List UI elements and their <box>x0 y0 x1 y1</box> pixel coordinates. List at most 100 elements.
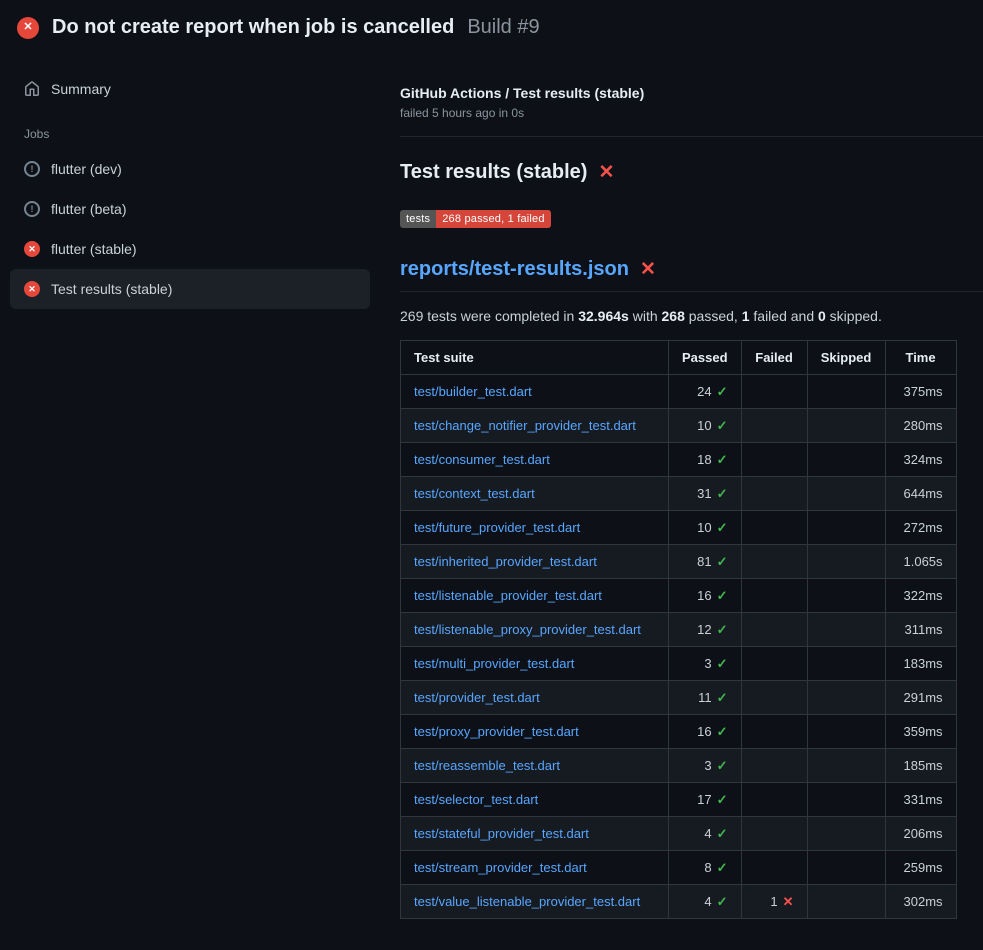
suite-link[interactable]: test/listenable_proxy_provider_test.dart <box>414 622 641 637</box>
summary-duration: 32.964s <box>578 308 629 324</box>
failed-count: 1 <box>770 894 777 909</box>
failed-x-icon: ✕ <box>598 163 614 182</box>
check-icon: ✓ <box>717 792 728 807</box>
exclamation-glyph: ! <box>31 205 34 214</box>
passed-count: 4 <box>704 826 711 841</box>
time-value: 259ms <box>885 851 956 885</box>
build-number: Build #9 <box>467 16 539 39</box>
check-icon: ✓ <box>717 860 728 875</box>
neutral-status-icon: ! <box>24 201 40 217</box>
sidebar-item-flutter-beta[interactable]: ! flutter (beta) <box>10 189 370 229</box>
passed-count: 12 <box>697 622 711 637</box>
suite-link[interactable]: test/reassemble_test.dart <box>414 758 560 773</box>
sidebar-item-flutter-stable[interactable]: ✕ flutter (stable) <box>10 229 370 269</box>
report-file-link[interactable]: reports/test-results.json <box>400 258 629 281</box>
badge-value: 268 passed, 1 failed <box>436 210 550 228</box>
table-row: test/change_notifier_provider_test.dart … <box>401 409 957 443</box>
summary-text: skipped. <box>826 308 882 324</box>
table-row: test/consumer_test.dart 18✓ 324ms <box>401 443 957 477</box>
suite-link[interactable]: test/change_notifier_provider_test.dart <box>414 418 636 433</box>
failed-status-icon: ✕ <box>17 17 39 39</box>
header-passed: Passed <box>669 341 742 375</box>
sidebar-item-label: flutter (stable) <box>51 241 137 257</box>
suite-link[interactable]: test/future_provider_test.dart <box>414 520 580 535</box>
table-row: test/context_test.dart 31✓ 644ms <box>401 477 957 511</box>
time-value: 375ms <box>885 375 956 409</box>
suite-link[interactable]: test/multi_provider_test.dart <box>414 656 574 671</box>
summary-skipped: 0 <box>818 308 826 324</box>
home-icon <box>24 81 40 97</box>
suite-link[interactable]: test/selector_test.dart <box>414 792 538 807</box>
sidebar-item-flutter-dev[interactable]: ! flutter (dev) <box>10 149 370 189</box>
time-value: 644ms <box>885 477 956 511</box>
neutral-status-icon: ! <box>24 161 40 177</box>
header-test-suite: Test suite <box>401 341 669 375</box>
results-table-body: test/builder_test.dart 24✓ 375ms test/ch… <box>401 375 957 919</box>
check-icon: ✓ <box>717 588 728 603</box>
check-run-title-text: Test results (stable) <box>400 161 587 184</box>
check-icon: ✓ <box>717 826 728 841</box>
table-row: test/future_provider_test.dart 10 ✓ 272ms <box>401 511 957 545</box>
sidebar-item-label: flutter (beta) <box>51 201 126 217</box>
time-value: 311ms <box>885 613 956 647</box>
check-icon: ✓ <box>717 554 728 569</box>
summary-text: passed, <box>685 308 742 324</box>
sidebar-item-test-results-stable[interactable]: ✕ Test results (stable) <box>10 269 370 309</box>
header-skipped: Skipped <box>807 341 885 375</box>
exclamation-glyph: ! <box>31 165 34 174</box>
check-icon: ✓ <box>717 384 728 399</box>
summary-line: 269 tests were completed in 32.964s with… <box>400 308 983 324</box>
time-value: 185ms <box>885 749 956 783</box>
passed-count: 8 <box>704 860 711 875</box>
suite-link[interactable]: test/provider_test.dart <box>414 690 540 705</box>
time-value: 291ms <box>885 681 956 715</box>
passed-count: 10 <box>697 520 711 535</box>
suite-link[interactable]: test/context_test.dart <box>414 486 535 501</box>
table-row: test/multi_provider_test.dart 3✓ 183ms <box>401 647 957 681</box>
table-row: test/builder_test.dart 24✓ 375ms <box>401 375 957 409</box>
passed-count: 16 <box>697 588 711 603</box>
check-icon: ✓ <box>717 520 728 535</box>
suite-link[interactable]: test/stateful_provider_test.dart <box>414 826 589 841</box>
jobs-section-label: Jobs <box>10 109 370 149</box>
failed-status-icon: ✕ <box>24 281 40 297</box>
table-row: test/listenable_provider_test.dart 16✓ 3… <box>401 579 957 613</box>
suite-link[interactable]: test/value_listenable_provider_test.dart <box>414 894 640 909</box>
header-failed: Failed <box>741 341 807 375</box>
sidebar-item-label: flutter (dev) <box>51 161 122 177</box>
suite-link[interactable]: test/builder_test.dart <box>414 384 532 399</box>
suite-link[interactable]: test/inherited_provider_test.dart <box>414 554 597 569</box>
passed-count: 3 <box>704 656 711 671</box>
summary-text: failed and <box>750 308 819 324</box>
sidebar: Summary Jobs ! flutter (dev) ! flutter (… <box>0 49 400 309</box>
page-header: ✕ Do not create report when job is cance… <box>0 0 983 49</box>
suite-link[interactable]: test/proxy_provider_test.dart <box>414 724 579 739</box>
table-row: test/selector_test.dart 17✓ 331ms <box>401 783 957 817</box>
passed-count: 4 <box>704 894 711 909</box>
results-table: Test suite Passed Failed Skipped Time te… <box>400 340 957 919</box>
table-header-row: Test suite Passed Failed Skipped Time <box>401 341 957 375</box>
table-row: test/proxy_provider_test.dart 16✓ 359ms <box>401 715 957 749</box>
run-status-line: failed 5 hours ago in 0s <box>400 106 983 120</box>
check-icon: ✓ <box>717 452 728 467</box>
x-glyph: ✕ <box>28 245 36 254</box>
time-value: 272ms <box>885 511 956 545</box>
layout: Summary Jobs ! flutter (dev) ! flutter (… <box>0 49 983 919</box>
time-value: 183ms <box>885 647 956 681</box>
passed-count: 3 <box>704 758 711 773</box>
sidebar-item-label: Summary <box>51 81 111 97</box>
divider <box>400 136 983 137</box>
main-content: GitHub Actions / Test results (stable) f… <box>400 49 983 919</box>
check-run-title: Test results (stable) ✕ <box>400 161 983 184</box>
table-row: test/stateful_provider_test.dart 4✓ 206m… <box>401 817 957 851</box>
summary-passed: 268 <box>662 308 685 324</box>
sidebar-item-label: Test results (stable) <box>51 281 172 297</box>
time-value: 331ms <box>885 783 956 817</box>
suite-link[interactable]: test/stream_provider_test.dart <box>414 860 587 875</box>
report-heading: reports/test-results.json ✕ <box>400 258 983 292</box>
sidebar-item-summary[interactable]: Summary <box>10 69 370 109</box>
table-row: test/reassemble_test.dart 3✓ 185ms <box>401 749 957 783</box>
suite-link[interactable]: test/listenable_provider_test.dart <box>414 588 602 603</box>
suite-link[interactable]: test/consumer_test.dart <box>414 452 550 467</box>
passed-count: 11 <box>698 690 712 705</box>
